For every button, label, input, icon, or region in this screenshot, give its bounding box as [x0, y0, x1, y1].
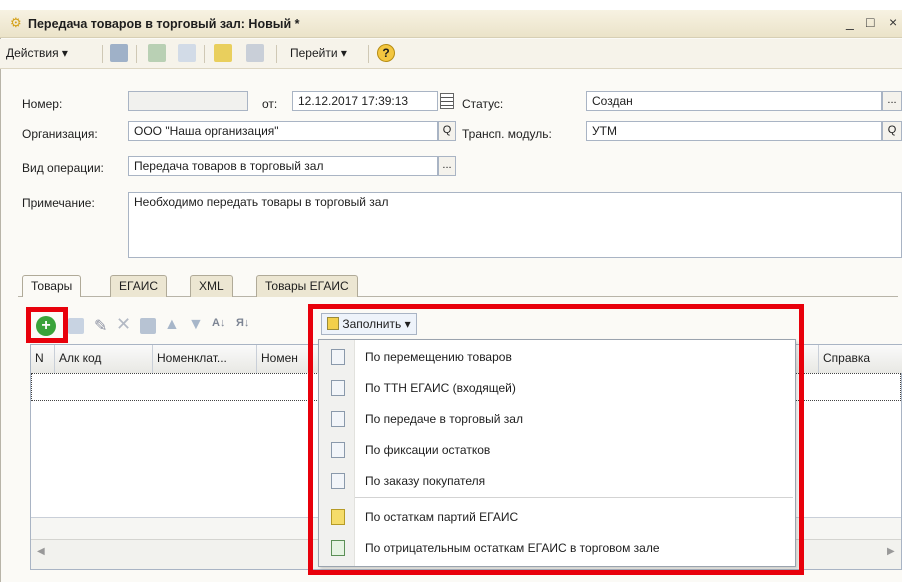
edit-row-icon[interactable]: ✎ — [94, 316, 107, 336]
highlight-add-button — [26, 307, 68, 343]
tab-egais[interactable]: ЕГАИС — [110, 275, 167, 297]
highlight-fill-menu — [308, 304, 804, 575]
sort-descending-icon[interactable]: Я↓ — [236, 317, 249, 329]
scroll-left-icon[interactable]: ◀ — [37, 546, 45, 557]
date-field[interactable]: 12.12.2017 17:39:13 — [292, 91, 438, 111]
scroll-right-icon[interactable]: ▶ — [887, 546, 895, 557]
status-select-button[interactable]: ... — [882, 91, 902, 111]
organization-label: Организация: — [22, 127, 98, 141]
transport-search-icon[interactable]: Q — [882, 121, 902, 141]
operation-type-select-button[interactable]: ... — [438, 156, 456, 176]
window-title: Передача товаров в торговый зал: Новый * — [28, 17, 300, 31]
document-icon: ⚙ — [10, 15, 22, 30]
toolbar-separator — [276, 45, 277, 63]
tab-goods[interactable]: Товары — [22, 275, 82, 298]
goto-menu[interactable]: Перейти ▾ — [290, 46, 347, 60]
column-header-alc-code[interactable]: Алк код — [55, 345, 153, 373]
post-icon[interactable] — [148, 44, 166, 62]
operation-type-label: Вид операции: — [22, 161, 104, 175]
close-button[interactable]: × — [889, 14, 897, 30]
save-icon[interactable] — [110, 44, 128, 62]
column-header-nomenclature[interactable]: Номенклат... — [153, 345, 257, 373]
move-up-icon[interactable]: ▲ — [164, 316, 180, 334]
toolbar-separator — [102, 45, 103, 63]
copy-icon[interactable] — [178, 44, 196, 62]
status-field[interactable]: Создан — [586, 91, 882, 111]
organization-search-icon[interactable]: Q — [438, 121, 456, 141]
toolbar-separator — [204, 45, 205, 63]
structure-icon[interactable] — [214, 44, 232, 62]
number-label: Номер: — [22, 97, 63, 111]
tab-xml[interactable]: XML — [190, 275, 233, 297]
organization-field[interactable]: ООО "Наша организация" — [128, 121, 438, 141]
copy-row-icon[interactable] — [68, 318, 84, 334]
date-from-label: от: — [262, 97, 278, 111]
status-label: Статус: — [462, 97, 504, 111]
number-field[interactable] — [128, 91, 248, 111]
goto-label: Перейти — [290, 46, 338, 60]
transport-module-label: Трансп. модуль: — [462, 127, 552, 141]
help-icon[interactable]: ? — [377, 44, 395, 62]
move-down-icon[interactable]: ▼ — [188, 316, 204, 334]
note-label: Примечание: — [22, 196, 95, 210]
column-header-certificate[interactable]: Справка — [819, 345, 902, 373]
delete-row-icon[interactable]: ✕ — [116, 314, 131, 335]
tab-goods-egais[interactable]: Товары ЕГАИС — [256, 275, 358, 297]
calendar-icon[interactable] — [440, 93, 454, 109]
actions-menu[interactable]: Действия ▾ — [6, 46, 68, 60]
end-edit-icon[interactable] — [140, 318, 156, 334]
dropdown-arrow-icon: ▾ — [340, 46, 347, 60]
dropdown-arrow-icon: ▾ — [61, 46, 68, 60]
toolbar-separator — [136, 45, 137, 63]
actions-label: Действия — [6, 46, 59, 60]
minimize-button[interactable]: _ — [846, 14, 854, 30]
sort-ascending-icon[interactable]: A↓ — [212, 317, 225, 329]
maximize-button[interactable]: □ — [866, 14, 874, 30]
note-field[interactable]: Необходимо передать товары в торговый за… — [128, 192, 902, 258]
print-icon[interactable] — [246, 44, 264, 62]
operation-type-field[interactable]: Передача товаров в торговый зал — [128, 156, 438, 176]
transport-module-field[interactable]: УТМ — [586, 121, 882, 141]
toolbar-separator — [368, 45, 369, 63]
column-header-n[interactable]: N — [31, 345, 55, 373]
